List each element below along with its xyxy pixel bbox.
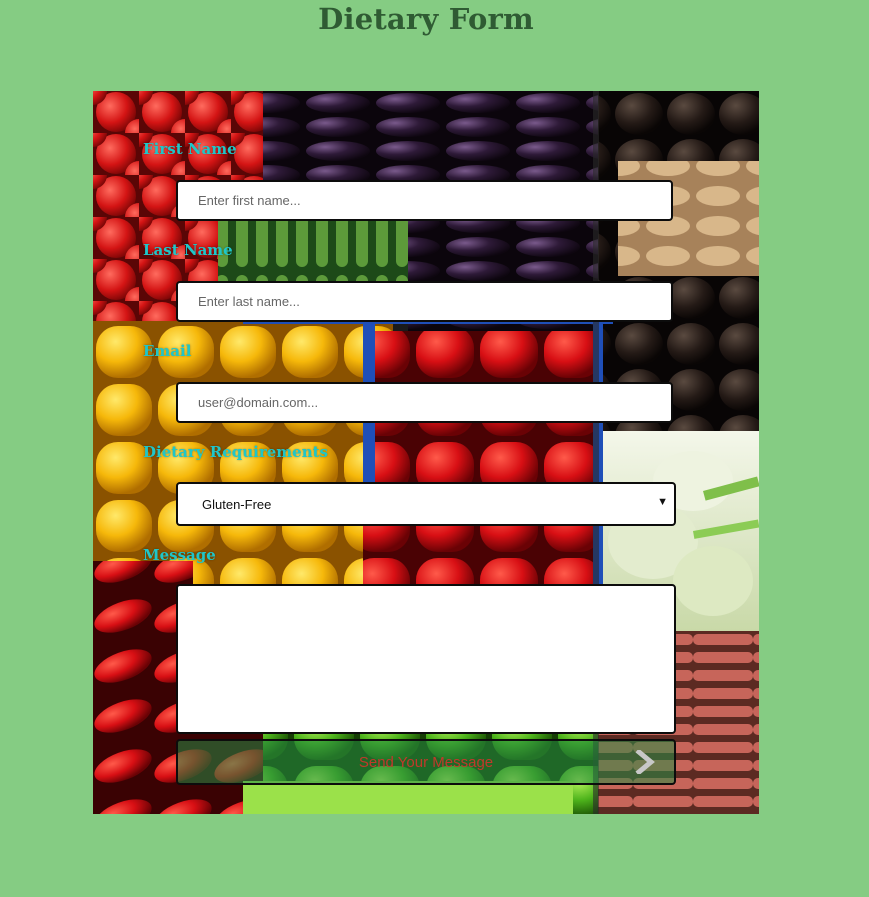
- first-name-input[interactable]: [176, 180, 673, 221]
- message-textarea[interactable]: [176, 584, 676, 734]
- page-title: Dietary Form: [318, 2, 534, 36]
- email-label: Email: [143, 342, 192, 360]
- email-input[interactable]: [176, 382, 673, 423]
- last-name-label: Last Name: [143, 241, 233, 259]
- dietary-selected-value: Gluten-Free: [202, 497, 272, 512]
- dietary-requirements-label: Dietary Requirements: [143, 443, 328, 461]
- dietary-requirements-select[interactable]: Gluten-Free ▼: [176, 482, 676, 526]
- send-message-button[interactable]: Send Your Message: [176, 739, 676, 785]
- message-label: Message: [143, 546, 216, 564]
- send-message-label: Send Your Message: [358, 754, 494, 771]
- first-name-label: First Name: [143, 140, 237, 158]
- chevron-right-icon: [635, 750, 655, 774]
- caret-down-icon: ▼: [657, 496, 668, 508]
- dietary-form: First Name Last Name Email Dietary Requi…: [93, 91, 759, 814]
- last-name-input[interactable]: [176, 281, 673, 322]
